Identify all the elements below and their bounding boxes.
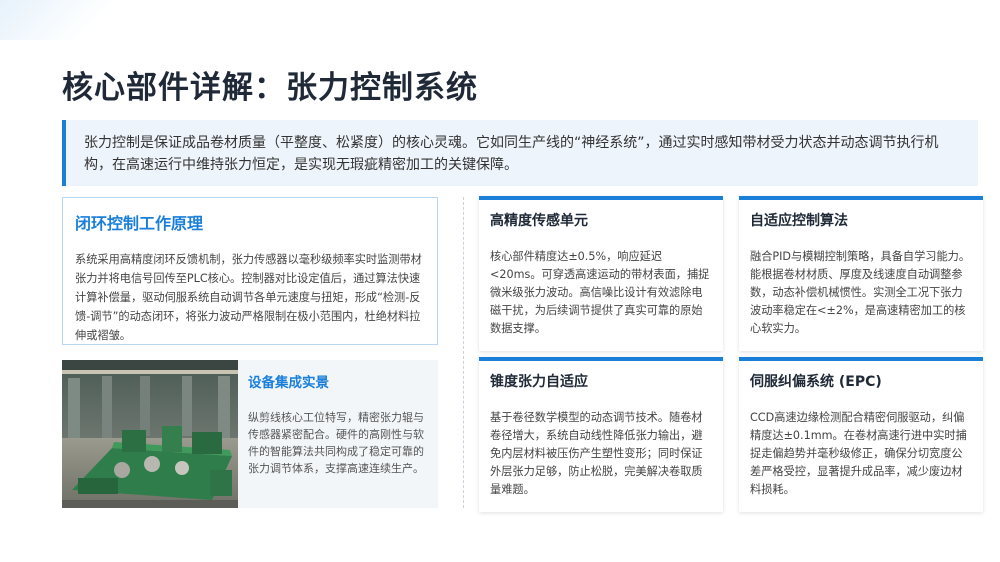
card-heading: 自适应控制算法 (750, 213, 848, 229)
integration-body: 纵剪线核心工位特写，精密张力辊与传感器紧密配合。硬件的高刚性与软件的智能算法共同… (248, 411, 424, 475)
card-heading: 锥度张力自适应 (490, 374, 588, 390)
card-body: 基于卷径数学模型的动态调节技术。随卷材卷径增大，系统自动线性降低张力输出，避免内… (490, 411, 703, 496)
card-body: CCD高速边缘检测配合精密伺服驱动，纠偏精度达±0.1mm。在卷材高速行进中实时… (750, 411, 967, 496)
principle-body: 系统采用高精度闭环反馈机制，张力传感器以毫秒级频率实时监测带材张力并将电信号回传… (75, 253, 422, 342)
integration-panel: 设备集成实景 纵剪线核心工位特写，精密张力辊与传感器紧密配合。硬件的高刚性与软件… (238, 360, 438, 508)
card-adaptive-algorithm: 自适应控制算法 融合PID与模糊控制策略，具备自学习能力。能根据卷材材质、厚度及… (739, 196, 983, 351)
principle-heading: 闭环控制工作原理 (75, 214, 204, 233)
card-body: 核心部件精度达±0.5%，响应延迟<20ms。可穿透高速运动的带材表面，捕捉微米… (490, 250, 710, 335)
dashed-divider (463, 197, 464, 508)
page-title: 核心部件详解：张力控制系统 (62, 70, 478, 106)
factory-photo (62, 360, 238, 508)
integration-heading: 设备集成实景 (248, 375, 329, 391)
intro-callout: 张力控制是保证成品卷材质量（平整度、松紧度）的核心灵魂。它如同生产线的“神经系统… (62, 120, 978, 186)
card-body: 融合PID与模糊控制策略，具备自学习能力。能根据卷材材质、厚度及线速度自动调整参… (750, 250, 971, 335)
card-heading: 高精度传感单元 (490, 213, 588, 229)
factory-slitting-line-photo (62, 360, 238, 508)
card-taper-tension: 锥度张力自适应 基于卷径数学模型的动态调节技术。随卷材卷径增大，系统自动线性降低… (479, 357, 723, 512)
corner-accent (0, 0, 130, 40)
card-sensing-unit: 高精度传感单元 核心部件精度达±0.5%，响应延迟<20ms。可穿透高速运动的带… (479, 196, 723, 351)
card-heading: 伺服纠偏系统 (EPC) (750, 374, 882, 390)
card-servo-epc: 伺服纠偏系统 (EPC) CCD高速边缘检测配合精密伺服驱动，纠偏精度达±0.1… (739, 357, 983, 512)
principle-panel: 闭环控制工作原理 系统采用高精度闭环反馈机制，张力传感器以毫秒级频率实时监测带材… (62, 197, 438, 345)
